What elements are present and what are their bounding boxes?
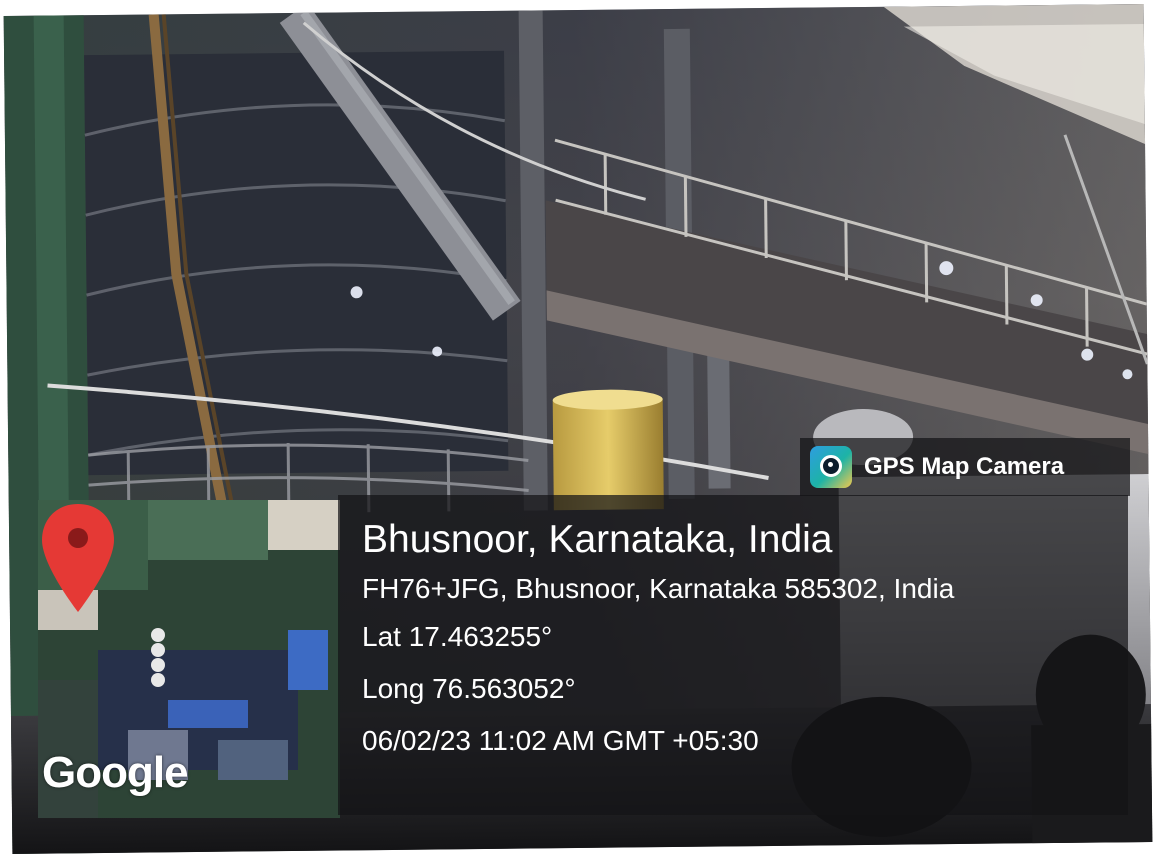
location-title: Bhusnoor, Karnataka, India [362,518,833,561]
address-line: FH76+JFG, Bhusnoor, Karnataka 585302, In… [362,573,955,604]
app-name-label: GPS Map Camera [864,453,1065,480]
latitude-line: Lat 17.463255° [362,621,553,652]
location-map-thumbnail: Google [38,500,340,818]
app-badge: GPS Map Camera [800,438,1130,496]
camera-lens-icon [810,446,852,488]
longitude-line: Long 76.563052° [362,673,576,704]
location-info-text: Bhusnoor, Karnataka, India FH76+JFG, Bhu… [362,515,954,767]
map-pin-icon [42,504,114,612]
datetime-line: 06/02/23 11:02 AM GMT +05:30 [362,725,759,756]
google-map-logo: Google [42,748,189,797]
